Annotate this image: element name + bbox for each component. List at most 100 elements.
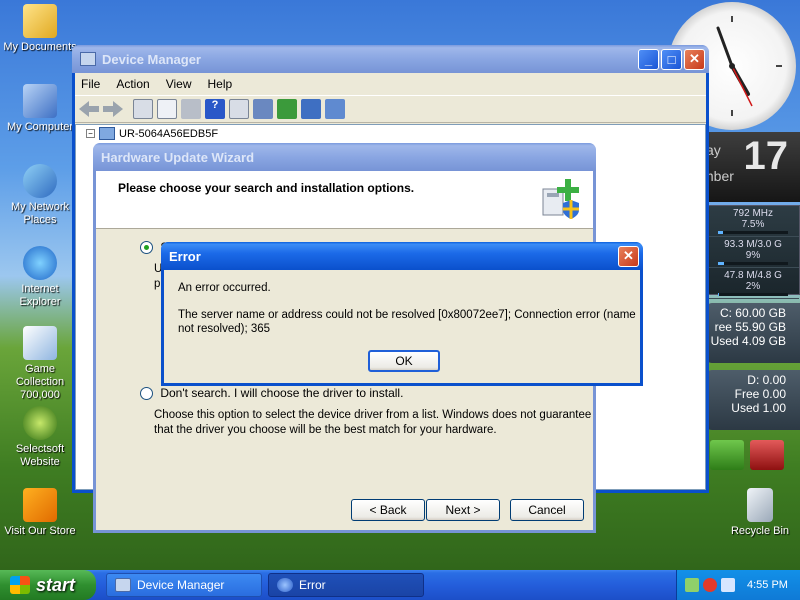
collapse-icon[interactable]: − bbox=[86, 129, 95, 138]
start-button[interactable]: start bbox=[0, 570, 96, 600]
scan-hardware-icon[interactable] bbox=[253, 99, 273, 119]
pagefile-percent: 2% bbox=[745, 281, 761, 292]
option2-label: Don't search. I will choose the driver t… bbox=[160, 386, 404, 400]
calendar-date: 17 bbox=[743, 134, 789, 178]
system-tray: 4:55 PM bbox=[676, 570, 800, 600]
menu-help[interactable]: Help bbox=[208, 77, 233, 91]
desktop-icon-label: My Network Places bbox=[10, 201, 70, 226]
tree-root-node[interactable]: − UR-5064A56EDB5F bbox=[86, 127, 218, 140]
disable-device-icon[interactable] bbox=[301, 99, 321, 119]
recycle-bin-icon bbox=[747, 488, 773, 522]
menu-file[interactable]: File bbox=[81, 77, 100, 91]
network-icon bbox=[23, 164, 57, 198]
back-button[interactable]: < Back bbox=[351, 499, 425, 521]
taskbar-item-device-manager[interactable]: Device Manager bbox=[106, 573, 262, 597]
menu-view[interactable]: View bbox=[166, 77, 192, 91]
wizard-titlebar[interactable]: Hardware Update Wizard bbox=[93, 143, 596, 171]
desktop-icon-my-network-places[interactable]: My Network Places bbox=[0, 164, 80, 227]
radio-search-automatically[interactable] bbox=[140, 241, 153, 255]
help-icon[interactable]: ? bbox=[205, 99, 225, 119]
selectsoft-icon bbox=[23, 406, 57, 440]
print-icon[interactable] bbox=[181, 99, 201, 119]
menu-bar: File Action View Help bbox=[75, 73, 706, 95]
taskbar-item-error[interactable]: Error bbox=[268, 573, 424, 597]
cpu-frequency: 792 MHz bbox=[732, 208, 773, 219]
next-button[interactable]: Next > bbox=[426, 499, 500, 521]
drive-d-name: D: 0.00 bbox=[747, 373, 786, 387]
minimize-icon: _ bbox=[644, 51, 653, 67]
desktop-icon-label: My Documents bbox=[3, 41, 77, 53]
maximize-icon: □ bbox=[667, 51, 676, 67]
dont-search-option[interactable]: Don't search. I will choose the driver t… bbox=[140, 386, 404, 401]
drive-c-used: Used 4.09 GB bbox=[710, 334, 786, 348]
memory-usage: 93.3 M/3.0 G bbox=[724, 239, 782, 250]
error-title: Error bbox=[169, 248, 201, 264]
wizard-header: Please choose your search and installati… bbox=[96, 171, 593, 229]
error-task-icon bbox=[277, 578, 293, 592]
update-driver-icon[interactable] bbox=[277, 99, 297, 119]
security-alert-icon[interactable] bbox=[703, 578, 717, 592]
hardware-shield-icon bbox=[542, 179, 579, 219]
tray-clock: 4:55 PM bbox=[747, 579, 788, 591]
task-label: Device Manager bbox=[137, 578, 225, 592]
drive-c-gadget: C: 60.00 GB ree 55.90 GB Used 4.09 GB bbox=[706, 303, 800, 363]
maximize-button[interactable]: □ bbox=[661, 48, 682, 70]
volume-icon[interactable] bbox=[721, 578, 735, 592]
desktop-icon-label: My Computer bbox=[6, 121, 74, 133]
close-icon: ✕ bbox=[623, 248, 634, 263]
wizard-title: Hardware Update Wizard bbox=[101, 149, 255, 165]
network-tray-icon[interactable] bbox=[685, 578, 699, 592]
desktop-icon-label: Internet Explorer bbox=[19, 283, 61, 308]
option2-description: Choose this option to select the device … bbox=[154, 409, 592, 436]
device-manager-title: Device Manager bbox=[102, 51, 201, 67]
view-icon[interactable] bbox=[229, 99, 249, 119]
back-arrow-icon[interactable] bbox=[79, 101, 99, 117]
close-button[interactable]: ✕ bbox=[684, 48, 705, 70]
memory-row: 93.3 M/3.0 G 9% bbox=[707, 237, 799, 268]
desktop-icon-my-documents[interactable]: My Documents bbox=[0, 4, 80, 54]
cpu-meter-gadget: 792 MHz 7.5% 93.3 M/3.0 G 9% 47.8 M/4.8 … bbox=[706, 205, 800, 299]
toolbar: ? bbox=[75, 95, 706, 123]
uninstall-icon[interactable] bbox=[325, 99, 345, 119]
memory-percent: 9% bbox=[745, 250, 761, 261]
computer-node-icon bbox=[99, 127, 115, 140]
desktop-icon-visit-store[interactable]: Visit Our Store bbox=[0, 488, 80, 538]
error-close-button[interactable]: ✕ bbox=[618, 245, 639, 267]
error-message: An error occurred. bbox=[178, 282, 271, 294]
error-dialog: Error ✕ An error occurred. The server na… bbox=[161, 242, 643, 386]
desktop-icon-recycle-bin[interactable]: Recycle Bin bbox=[720, 488, 800, 538]
pagefile-row: 47.8 M/4.8 G 2% bbox=[707, 268, 799, 299]
wizard-heading: Please choose your search and installati… bbox=[118, 181, 415, 195]
desktop-icon-label: Recycle Bin bbox=[730, 525, 790, 537]
desktop-icon-my-computer[interactable]: My Computer bbox=[0, 84, 80, 134]
drive-c-free: ree 55.90 GB bbox=[714, 320, 786, 334]
desktop-icon-internet-explorer[interactable]: Internet Explorer bbox=[0, 246, 80, 309]
desktop-icon-label: Visit Our Store bbox=[4, 525, 76, 537]
gadget-power-button[interactable] bbox=[750, 440, 784, 470]
gadget-refresh-button[interactable] bbox=[710, 440, 744, 470]
desktop-icon-game-collection[interactable]: Game Collection 700,000 bbox=[0, 326, 80, 402]
error-titlebar[interactable]: Error ✕ bbox=[161, 242, 643, 270]
pagefile-bar bbox=[718, 293, 788, 296]
ok-button[interactable]: OK bbox=[368, 350, 440, 372]
desktop-icon-label: Game Collection 700,000 bbox=[15, 363, 65, 401]
drive-c-name: C: 60.00 GB bbox=[719, 306, 786, 320]
cpu-bar bbox=[718, 231, 788, 234]
cancel-button[interactable]: Cancel bbox=[510, 499, 584, 521]
start-label: start bbox=[36, 574, 76, 595]
forward-arrow-icon[interactable] bbox=[103, 101, 123, 117]
show-hide-tree-icon[interactable] bbox=[133, 99, 153, 119]
drive-d-free: Free 0.00 bbox=[734, 387, 786, 401]
radio-dont-search[interactable] bbox=[140, 387, 153, 401]
menu-action[interactable]: Action bbox=[116, 77, 149, 91]
minimize-button[interactable]: _ bbox=[638, 48, 659, 70]
desktop-icon-selectsoft[interactable]: Selectsoft Website bbox=[0, 406, 80, 469]
folder-icon bbox=[23, 4, 57, 38]
device-manager-titlebar[interactable]: Device Manager _ □ ✕ bbox=[72, 45, 709, 73]
tree-root-label: UR-5064A56EDB5F bbox=[119, 127, 219, 140]
game-icon bbox=[23, 326, 57, 360]
cpu-row: 792 MHz 7.5% bbox=[707, 206, 799, 237]
error-detail: The server name or address could not be … bbox=[178, 309, 636, 335]
drive-d-gadget: D: 0.00 Free 0.00 Used 1.00 bbox=[706, 370, 800, 430]
properties-icon[interactable] bbox=[157, 99, 177, 119]
